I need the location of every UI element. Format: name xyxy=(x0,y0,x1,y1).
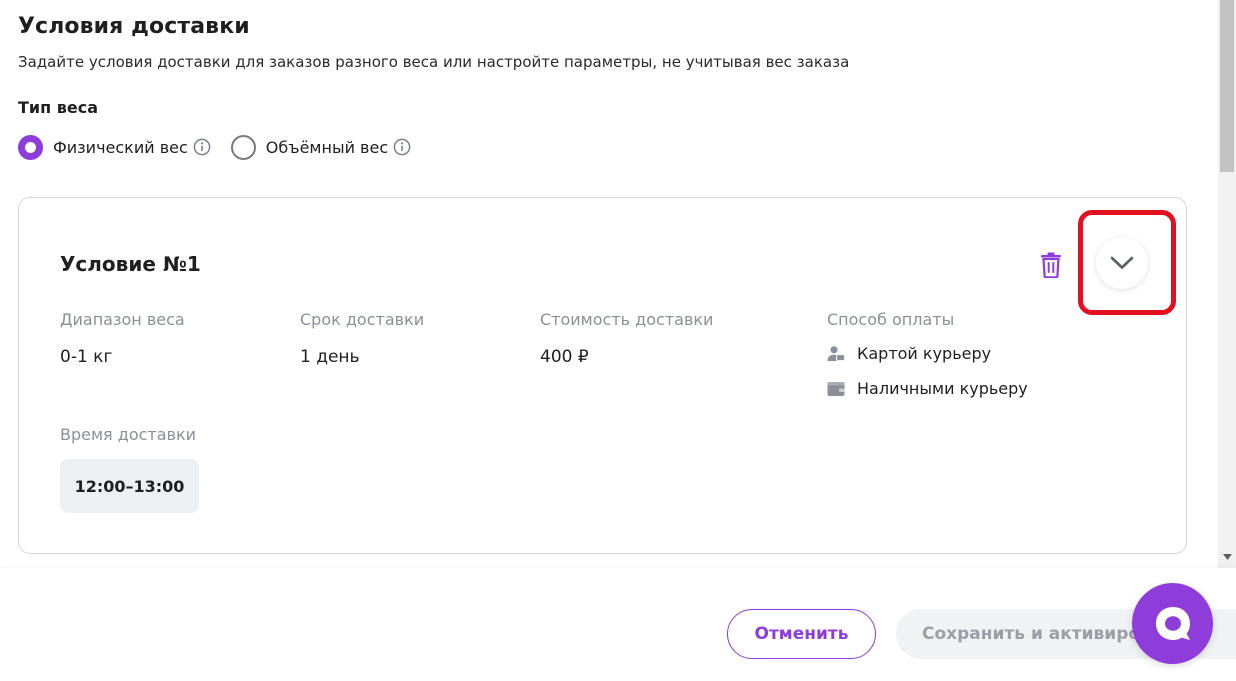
radio-volume-weight-label: Объёмный вес xyxy=(265,137,389,157)
payment-method-card: Картой курьеру xyxy=(827,344,991,363)
payment-method-card-label: Картой курьеру xyxy=(857,344,992,363)
footer-bar: Отменить Сохранить и активиро xyxy=(0,568,1236,681)
payment-method-label: Способ оплаты xyxy=(827,310,955,329)
main-content: Условия доставки Задайте условия доставк… xyxy=(0,0,1218,568)
card-courier-icon xyxy=(827,345,845,363)
radio-volume-weight[interactable]: Объёмный вес xyxy=(230,134,411,160)
trash-icon xyxy=(1041,252,1061,278)
chevron-down-icon xyxy=(1110,256,1134,269)
chat-button[interactable] xyxy=(1132,583,1213,664)
radio-physical-weight[interactable]: Физический вес xyxy=(18,134,211,160)
scrollbar-thumb[interactable] xyxy=(1220,0,1234,172)
radio-physical-weight-label: Физический вес xyxy=(53,137,188,157)
delivery-time-label: Время доставки xyxy=(60,425,197,444)
page-title: Условия доставки xyxy=(18,14,250,39)
delivery-cost-value: 400 ₽ xyxy=(540,347,589,367)
wallet-icon xyxy=(827,380,845,398)
payment-method-cash: Наличными курьеру xyxy=(827,379,1028,398)
condition-card: Условие №1 Диапазон веса 0-1 кг Срок дос… xyxy=(18,197,1187,554)
info-icon[interactable] xyxy=(393,138,411,156)
weight-range-value: 0-1 кг xyxy=(60,347,113,367)
expand-condition-button[interactable] xyxy=(1096,237,1148,289)
delivery-term-label: Срок доставки xyxy=(300,310,425,329)
page-subtitle: Задайте условия доставки для заказов раз… xyxy=(18,53,850,71)
weight-type-radio-group: Физический вес Объёмный вес xyxy=(18,134,411,160)
weight-type-label: Тип веса xyxy=(18,98,99,117)
radio-physical-weight-circle[interactable] xyxy=(18,134,43,160)
delivery-time-slot-chip[interactable]: 12:00–13:00 xyxy=(60,459,199,513)
delivery-cost-label: Стоимость доставки xyxy=(540,310,714,329)
payment-method-cash-label: Наличными курьеру xyxy=(857,379,1028,398)
cancel-button[interactable]: Отменить xyxy=(727,609,876,659)
scroll-down-arrow-icon[interactable] xyxy=(1222,553,1232,561)
weight-range-label: Диапазон веса xyxy=(60,310,185,329)
radio-volume-weight-circle[interactable] xyxy=(230,134,256,160)
info-icon[interactable] xyxy=(193,138,211,156)
delivery-term-value: 1 день xyxy=(300,347,360,367)
chat-bubble-icon xyxy=(1155,606,1190,640)
condition-title: Условие №1 xyxy=(60,252,201,276)
delete-condition-button[interactable] xyxy=(1038,251,1064,279)
